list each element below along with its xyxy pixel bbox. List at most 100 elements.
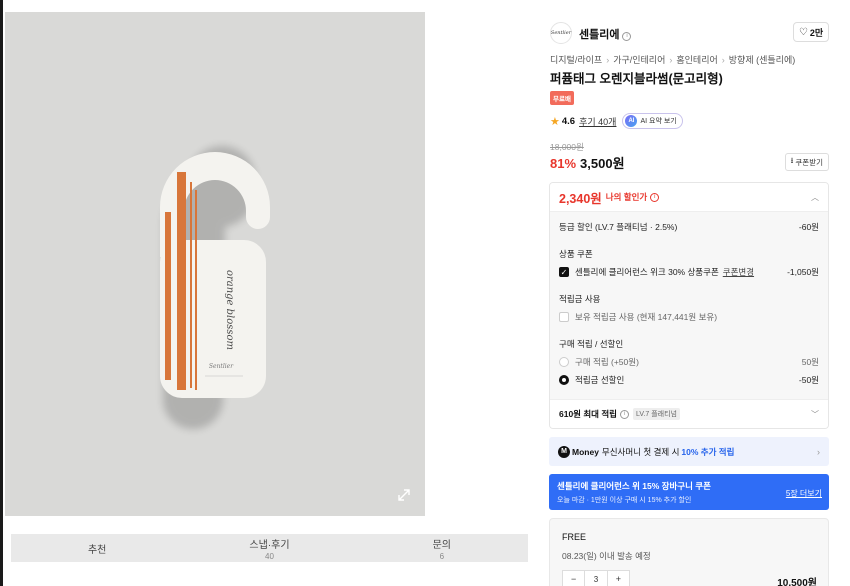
coupon-change-link[interactable]: 쿠폰변경 — [723, 266, 754, 278]
tab-snap-review[interactable]: 스냅·후기 40 — [183, 534, 355, 562]
my-price-label: 나의 할인가 — [605, 192, 648, 202]
earn-option-row: 구매 적립 (+50원) 50원 — [559, 356, 819, 368]
tab-label: 추천 — [87, 544, 107, 556]
benefit-box: 2,340원 나의 할인가 i ︿ 등급 할인 (LV.7 플래티넘 · 2.5… — [549, 182, 829, 429]
quantity-stepper: − 3 + — [562, 570, 630, 586]
ai-summary-button[interactable]: AI AI 요약 보기 — [622, 113, 683, 129]
coupon-button-label: 쿠폰받기 — [795, 157, 823, 167]
ai-icon: AI — [625, 115, 638, 127]
coupon-checkbox[interactable]: ✓ — [559, 267, 569, 277]
money-text: 무신사머니 첫 결제 시 — [601, 446, 680, 457]
tab-count: 40 — [265, 551, 274, 561]
tag-text: orange blossom — [224, 270, 235, 350]
product-tabs: 추천 스냅·후기 40 문의 6 — [11, 534, 528, 562]
like-count: 2만 — [809, 27, 824, 38]
purchase-heading-row: 구매 적립 / 선할인 — [559, 338, 819, 350]
money-icon: M — [558, 445, 570, 458]
option-total: 10,500원 — [777, 578, 817, 586]
cart-coupon-subtitle: 오늘 마감 · 1만원 이상 구매 시 15% 추가 할인 — [557, 497, 692, 504]
tab-label: 문의 — [432, 539, 452, 551]
product-title: 퍼퓸태그 오렌지블라썸(문고리형) — [550, 72, 723, 86]
max-points-label: 610원 최대 적립 — [559, 409, 618, 419]
points-heading: 적립금 사용 — [559, 294, 601, 304]
free-shipping-badge: 무료배 — [550, 91, 574, 105]
info-icon[interactable]: i — [650, 192, 660, 202]
prediscount-radio[interactable] — [559, 375, 569, 385]
rating-row: ★ 4.6 후기 40개 AI AI 요약 보기 — [550, 113, 683, 129]
coupon-row: ✓ 센틀리에 클리어런스 위크 30% 상품쿠폰 쿠폰변경 -1,050원 — [559, 266, 819, 278]
chevron-right-icon: › — [669, 55, 673, 65]
max-points-row[interactable]: 610원 최대 적립 i LV.7 플래티넘 ﹀ — [550, 399, 828, 428]
product-image[interactable]: orange blossom Sentlier — [5, 12, 425, 516]
discount-rate: 81% — [550, 156, 577, 171]
points-item: 보유 적립금 사용 (현재 147,441원 보유) — [575, 312, 718, 322]
chevron-up-icon[interactable]: ︿ — [811, 192, 819, 203]
money-highlight: 10% 추가 적립 — [681, 446, 735, 457]
decrease-button[interactable]: − — [563, 571, 584, 586]
door-hanger-illustration: orange blossom Sentlier — [160, 146, 270, 430]
cart-coupon-title: 센틀리에 클리어런스 위 15% 장바구니 쿠폰 — [557, 481, 711, 491]
breadcrumb: 디지털/라이프 › 가구/인테리어 › 홈인테리어 › 방향제 (센틀리에) — [550, 53, 795, 66]
tab-recommend[interactable]: 추천 — [11, 534, 183, 562]
breadcrumb-item[interactable]: 가구/인테리어 — [613, 55, 665, 65]
sale-price: 3,500원 — [580, 156, 625, 171]
earn-radio[interactable] — [559, 357, 569, 367]
more-coupons-link[interactable]: 5장 더보기 — [786, 488, 822, 499]
my-price: 2,340원 — [559, 191, 602, 206]
brand-row: Sentlier 센틀리에 i ♡ 2만 — [549, 22, 829, 44]
option-name: FREE — [562, 532, 587, 542]
coupon-item: 센틀리에 클리어런스 위크 30% 상품쿠폰 — [575, 267, 719, 277]
coupon-heading-row: 상품 쿠폰 — [559, 248, 819, 260]
grade-tag: LV.7 플래티넘 — [633, 408, 680, 420]
ai-summary-label: AI 요약 보기 — [640, 118, 677, 125]
my-price-header[interactable]: 2,340원 나의 할인가 i ︿ — [550, 183, 828, 212]
breadcrumb-item[interactable]: 디지털/라이프 — [550, 55, 602, 65]
money-promo-bar[interactable]: M Money 무신사머니 첫 결제 시 10% 추가 적립 › — [549, 437, 829, 466]
purchase-heading: 구매 적립 / 선할인 — [559, 339, 624, 349]
breadcrumb-item[interactable]: 홈인테리어 — [676, 55, 717, 65]
info-icon[interactable]: i — [620, 409, 630, 419]
selected-option: FREE 08.23(일) 이내 발송 예정 − 3 + 10,500원 — [549, 518, 829, 586]
points-row: 보유 적립금 사용 (현재 147,441원 보유) — [559, 311, 819, 323]
brand-name[interactable]: 센틀리에 i — [579, 26, 632, 42]
chevron-right-icon: › — [721, 55, 725, 65]
cart-coupon-banner[interactable]: 센틀리에 클리어런스 위 15% 장바구니 쿠폰 오늘 마감 · 1만원 이상 … — [549, 474, 829, 510]
increase-button[interactable]: + — [608, 571, 629, 586]
coupon-download-button[interactable]: ⭳ 쿠폰받기 — [784, 153, 829, 171]
grade-discount-label: 등급 할인 (LV.7 플래티넘 · 2.5%) — [559, 222, 678, 232]
earn-label: 구매 적립 (+50원) — [575, 357, 639, 367]
quantity-value[interactable]: 3 — [584, 571, 608, 586]
window-edge — [0, 0, 3, 586]
tab-inquiry[interactable]: 문의 6 — [356, 534, 528, 562]
chevron-down-icon[interactable]: ﹀ — [811, 409, 819, 420]
download-icon: ⭳ — [790, 156, 794, 165]
prediscount-label: 적립금 선할인 — [575, 375, 625, 385]
star-icon: ★ — [550, 115, 560, 128]
earn-value: 50원 — [801, 357, 819, 367]
chevron-right-icon: › — [606, 55, 610, 65]
tag-brand: Sentlier — [209, 363, 234, 370]
money-brand: Money — [572, 446, 599, 457]
heart-icon: ♡ — [798, 26, 808, 38]
coupon-value: -1,050원 — [787, 267, 819, 277]
chevron-right-icon: › — [817, 446, 820, 457]
price-row: 81% 3,500원 — [550, 153, 625, 172]
prediscount-option-row: 적립금 선할인 -50원 — [559, 374, 819, 386]
expand-icon[interactable] — [397, 488, 413, 504]
points-heading-row: 적립금 사용 — [559, 293, 819, 305]
grade-discount-value: -60원 — [798, 222, 819, 232]
info-icon[interactable]: i — [622, 31, 632, 41]
brand-name-text: 센틀리에 — [579, 29, 620, 41]
grade-discount-row: 등급 할인 (LV.7 플래티넘 · 2.5%) -60원 — [559, 221, 819, 233]
shipping-date: 08.23(일) 이내 발송 예정 — [562, 551, 651, 561]
brand-logo[interactable]: Sentlier — [550, 22, 572, 44]
rating-score: 4.6 — [561, 115, 576, 127]
prediscount-value: -50원 — [798, 375, 819, 385]
breadcrumb-item[interactable]: 방향제 (센틀리에) — [729, 55, 795, 65]
original-price: 18,000원 — [550, 142, 584, 152]
coupon-heading: 상품 쿠폰 — [559, 249, 593, 259]
points-checkbox[interactable] — [559, 312, 569, 322]
review-link[interactable]: 후기 40개 — [579, 115, 616, 128]
tab-count: 6 — [439, 551, 445, 561]
like-button[interactable]: ♡ 2만 — [793, 22, 829, 42]
